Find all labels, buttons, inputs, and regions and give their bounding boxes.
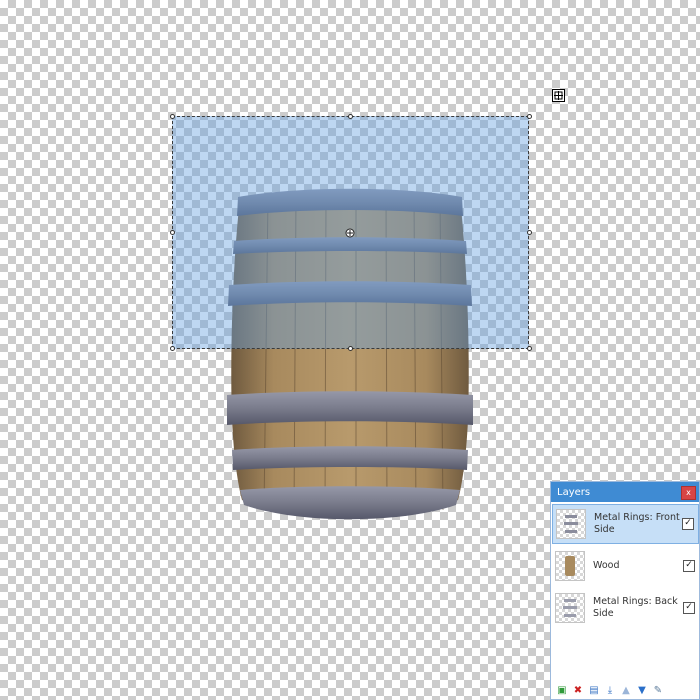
layers-title: Layers [557,486,591,498]
layers-toolbar: ▣ ✖ ▤ ⤓ ▲ ▼ ✎ [551,683,700,699]
selection-handle-right[interactable] [527,230,532,235]
delete-layer-icon[interactable]: ✖ [572,685,584,697]
selection-handle-top-left[interactable] [170,114,175,119]
layer-visibility-checkbox[interactable]: ✓ [683,560,695,572]
close-button[interactable]: x [681,486,696,500]
layer-name: Metal Rings: Back Side [593,596,678,619]
layer-row-metal-rings-front[interactable]: Metal Rings: Front Side ✓ [552,504,699,544]
selection-handle-bottom-left[interactable] [170,346,175,351]
layers-titlebar: Layers x [551,482,699,502]
layer-visibility-checkbox[interactable]: ✓ [682,518,694,530]
layer-properties-icon[interactable]: ✎ [652,685,664,697]
layer-visibility-checkbox[interactable]: ✓ [683,602,695,614]
layer-name: Wood [593,560,620,571]
merge-layer-down-icon[interactable]: ⤓ [604,685,616,697]
layer-thumbnail [556,509,586,539]
move-layer-up-icon[interactable]: ▲ [620,685,632,697]
selection-center-icon[interactable] [345,228,355,238]
layer-row-metal-rings-back[interactable]: Metal Rings: Back Side ✓ [552,588,699,628]
move-cursor-icon [552,89,565,102]
selection-handle-bottom[interactable] [348,346,353,351]
duplicate-layer-icon[interactable]: ▤ [588,685,600,697]
layers-panel: Layers x Metal Rings: Front Side ✓ Wood … [550,481,700,700]
layer-thumbnail [555,593,585,623]
selection-handle-left[interactable] [170,230,175,235]
selection-handle-bottom-right[interactable] [527,346,532,351]
selection-handle-top-right[interactable] [527,114,532,119]
add-layer-icon[interactable]: ▣ [556,685,568,697]
move-layer-down-icon[interactable]: ▼ [636,685,648,697]
selection-handle-top[interactable] [348,114,353,119]
layer-row-wood[interactable]: Wood ✓ [552,546,699,586]
layer-name: Metal Rings: Front Side [594,512,680,535]
layer-thumbnail [555,551,585,581]
